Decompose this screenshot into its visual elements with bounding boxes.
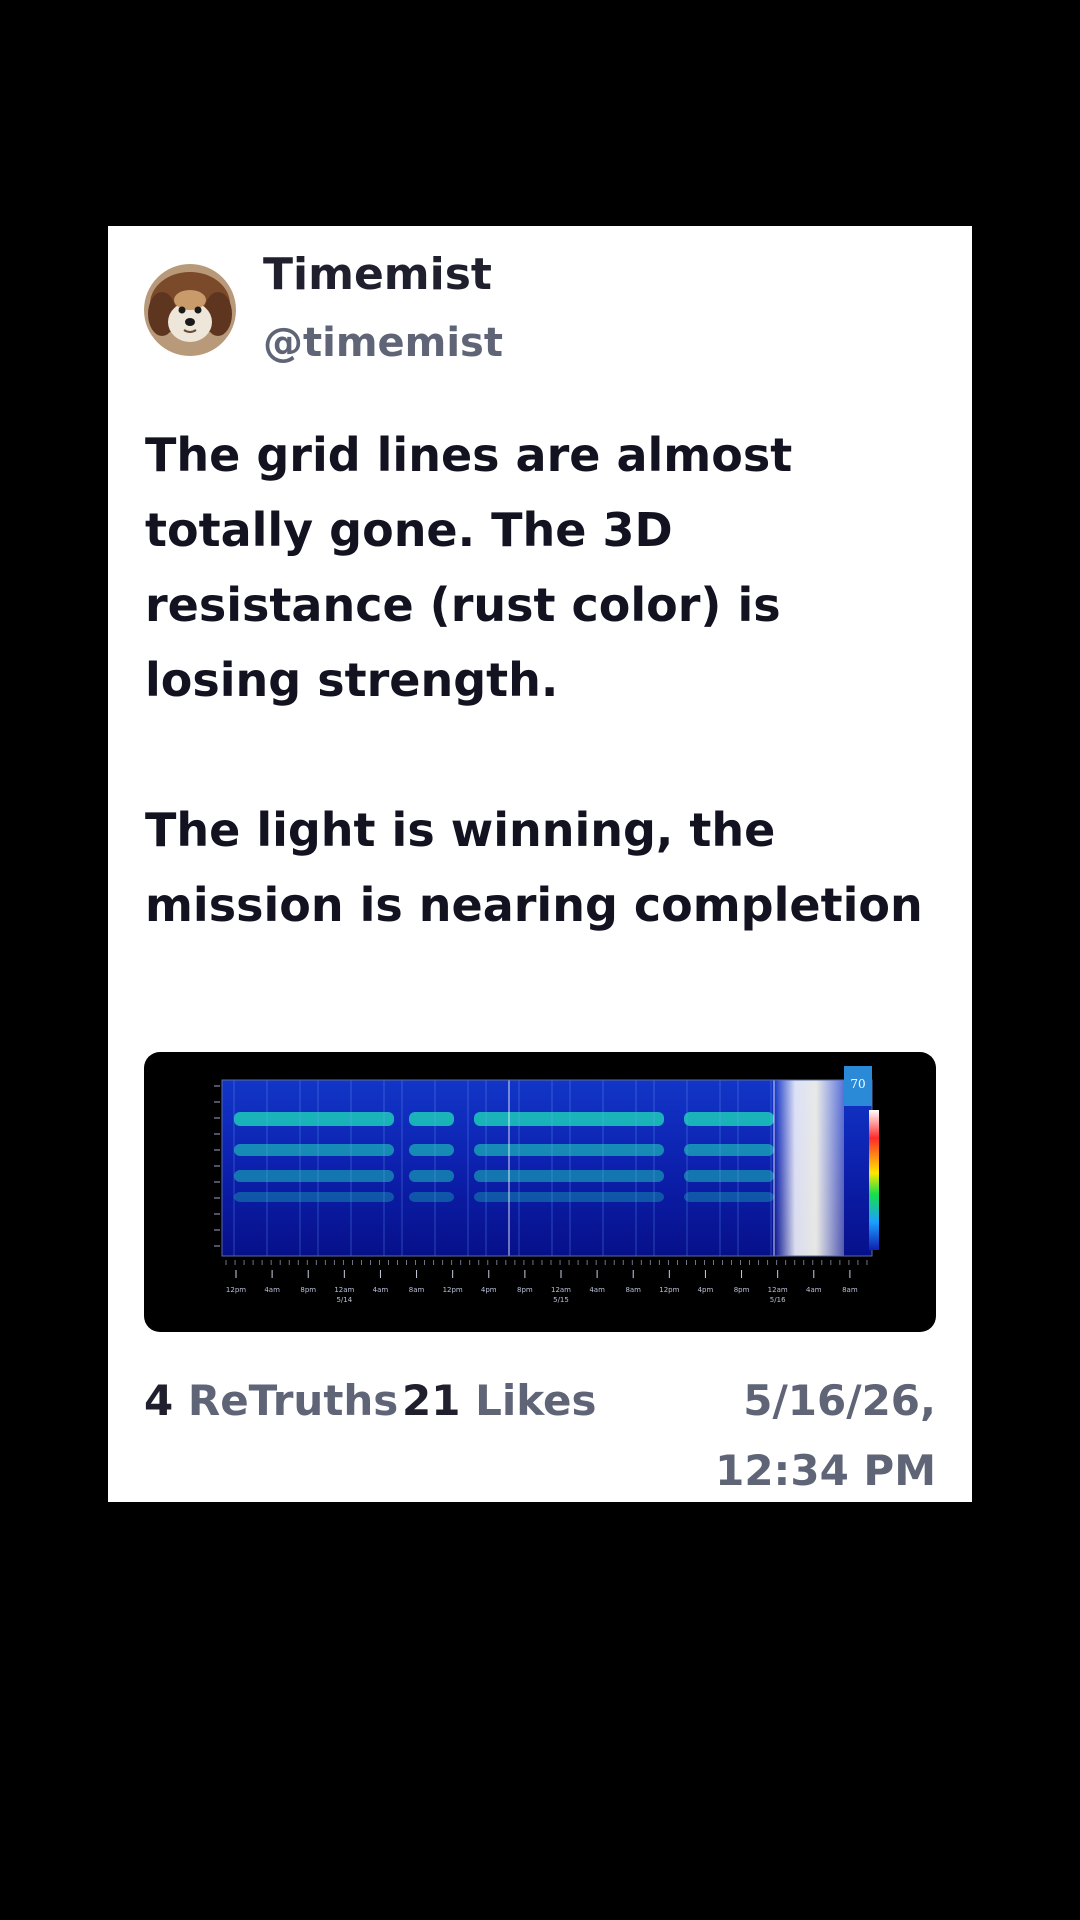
post-media-image[interactable]: 70 12pm 4am 8pm 12am 4am 8am 12pm 4pm 8pm 12am 4am… xyxy=(144,1052,936,1332)
x-tick-label: 8am xyxy=(625,1286,641,1294)
date-label: 5/16 xyxy=(770,1296,786,1304)
dog-avatar-icon xyxy=(144,264,236,356)
spectrum-band xyxy=(409,1192,454,1202)
x-tick-label: 8am xyxy=(409,1286,425,1294)
x-tick-label: 8pm xyxy=(300,1286,316,1294)
x-tick-label: 12pm xyxy=(443,1286,463,1294)
date-label: 5/15 xyxy=(553,1296,569,1304)
spectrum-band xyxy=(684,1112,774,1126)
spectrum-band xyxy=(234,1192,394,1202)
post-paragraph: The grid lines are almost totally gone. … xyxy=(145,428,793,707)
spectrogram-image: 70 12pm 4am 8pm 12am 4am 8am 12pm 4pm 8pm 12am 4am… xyxy=(214,1066,879,1304)
x-tick-label: 4am xyxy=(589,1286,605,1294)
x-tick-label: 4pm xyxy=(481,1286,497,1294)
spectrum-band xyxy=(409,1170,454,1182)
retruths-label: ReTruths xyxy=(187,1376,399,1425)
post-stats: 4 ReTruths 21 Likes 5/16/26, 12:34 PM xyxy=(144,1366,936,1496)
spectrum-band xyxy=(684,1192,774,1202)
spectrum-band xyxy=(684,1144,774,1156)
author-display-name[interactable]: Timemist xyxy=(263,246,492,304)
post-timestamp[interactable]: 5/16/26, 12:34 PM xyxy=(596,1366,936,1506)
spectrum-band xyxy=(234,1112,394,1126)
x-tick-label: 12pm xyxy=(659,1286,679,1294)
post-paragraph: The light is winning, the mission is nea… xyxy=(145,803,923,932)
x-tick-label: 8pm xyxy=(517,1286,533,1294)
spectrum-band xyxy=(234,1170,394,1182)
likes-count: 21 xyxy=(402,1376,461,1425)
x-tick-label: 12am xyxy=(768,1286,788,1294)
retruths-stat[interactable]: 4 ReTruths xyxy=(144,1366,398,1436)
x-tick-label: 12am xyxy=(334,1286,354,1294)
date-label: 5/14 xyxy=(336,1296,352,1304)
post-body: The grid lines are almost totally gone. … xyxy=(145,418,935,943)
post-card[interactable]: Timemist @timemist The grid lines are al… xyxy=(108,226,972,1502)
author-handle[interactable]: @timemist xyxy=(263,316,503,370)
x-tick-label: 4am xyxy=(264,1286,280,1294)
corner-badge-value: 70 xyxy=(850,1077,865,1091)
x-tick-label: 12pm xyxy=(226,1286,246,1294)
x-tick-label: 4am xyxy=(373,1286,389,1294)
likes-stat[interactable]: 21 Likes xyxy=(402,1366,597,1436)
color-scale-legend xyxy=(869,1110,879,1250)
spectrum-band xyxy=(684,1170,774,1182)
author-avatar[interactable] xyxy=(144,264,236,356)
likes-label: Likes xyxy=(475,1376,597,1425)
x-tick-label: 8pm xyxy=(734,1286,750,1294)
retruths-count: 4 xyxy=(144,1376,174,1425)
x-tick-label: 4pm xyxy=(698,1286,714,1294)
spectrum-band xyxy=(409,1112,454,1126)
spectrum-band xyxy=(409,1144,454,1156)
spectrum-band xyxy=(234,1144,394,1156)
x-tick-label: 4am xyxy=(806,1286,822,1294)
spectrogram-plot xyxy=(221,1079,873,1257)
x-tick-label: 8am xyxy=(842,1286,858,1294)
x-tick-label: 12am xyxy=(551,1286,571,1294)
